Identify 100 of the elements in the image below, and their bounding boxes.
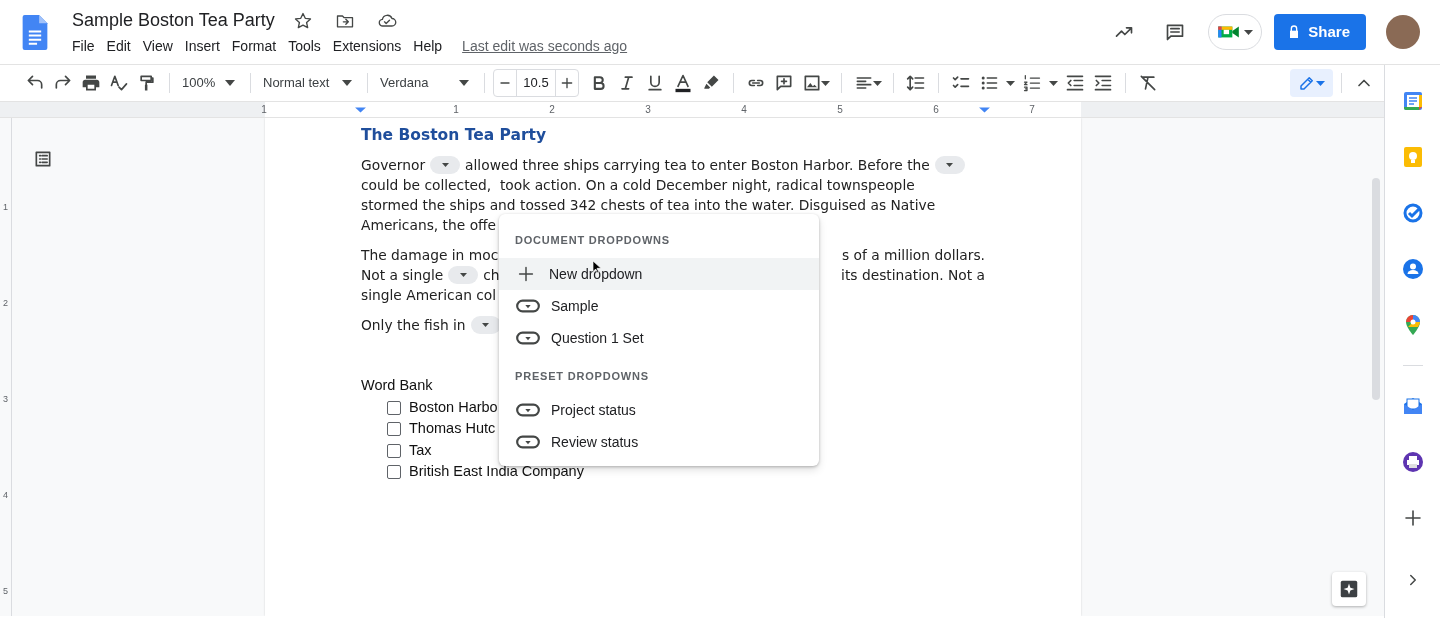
docs-logo-icon[interactable] [22, 14, 48, 50]
font-select[interactable]: Verdana [376, 69, 476, 97]
caret-icon[interactable] [1006, 80, 1015, 86]
paragraph-text: Americans, the offe [361, 215, 497, 235]
editing-mode-button[interactable] [1290, 69, 1333, 97]
ruler-number: 4 [741, 103, 747, 116]
clear-formatting-icon[interactable] [1138, 73, 1158, 93]
menu-item[interactable]: Insert [178, 36, 226, 56]
text-style-select[interactable]: Normal text [259, 69, 359, 97]
paragraph-text: its destination. Not a [841, 265, 985, 285]
caret-icon[interactable] [821, 80, 830, 86]
caret-icon[interactable] [1049, 80, 1058, 86]
share-button[interactable]: Share [1274, 14, 1366, 50]
paragraph-text: could be collected, took action. On a cold December night, radical townspeople [361, 175, 915, 195]
dropdown-chip[interactable] [470, 316, 501, 334]
scrollbar-thumb[interactable] [1372, 178, 1380, 400]
paragraph-text: stormed the ships and tossed 342 chests of tea into the water. Disguised as Native [361, 195, 936, 215]
dropdown-chip[interactable] [430, 156, 461, 174]
menu-item[interactable]: New dropdown [499, 258, 819, 290]
ruler-number: 3 [3, 393, 8, 407]
numbered-list-icon[interactable] [1022, 73, 1042, 93]
document-title[interactable]: Sample Boston Tea Party [72, 7, 275, 34]
caret-icon [946, 163, 954, 167]
caret-icon [459, 80, 469, 86]
checkbox[interactable] [387, 465, 401, 479]
ruler-number: 2 [3, 297, 8, 311]
printer-icon[interactable] [1400, 450, 1425, 474]
add-comment-icon[interactable] [774, 73, 794, 93]
increase-indent-icon[interactable] [1093, 73, 1113, 93]
image-icon[interactable] [802, 73, 822, 93]
text-color-icon[interactable] [673, 73, 693, 93]
ruler-number: 1 [453, 103, 459, 116]
avatar[interactable] [1386, 15, 1420, 49]
comment-icon[interactable] [1165, 22, 1186, 42]
menu-item[interactable]: Question 1 Set [499, 322, 819, 354]
explore-button[interactable] [1332, 572, 1366, 606]
menu-item[interactable]: View [136, 36, 179, 56]
font-size-stepper[interactable]: 10.5 [493, 69, 579, 97]
paragraph-text: single American col [361, 285, 497, 305]
paint-format-icon[interactable] [137, 73, 157, 93]
last-edit-link[interactable]: Last edit was seconds ago [462, 35, 628, 57]
meet-button[interactable] [1208, 14, 1263, 50]
caret-icon [1243, 29, 1253, 35]
menu-item[interactable]: File [66, 36, 101, 56]
zoom-select[interactable]: 100% [178, 69, 242, 97]
menu-item[interactable]: Extensions [326, 36, 408, 56]
paragraph-text: The damage in moc [361, 245, 499, 265]
paragraph-text: Only the fish in [361, 315, 466, 335]
menu-section-heading: DOCUMENT DROPDOWNS [514, 232, 671, 248]
document-heading: The Boston Tea Party [361, 125, 548, 145]
dropdown-chip[interactable] [934, 156, 965, 174]
paragraph-text: Not a single [361, 265, 444, 285]
checklist-item-text: Tax [409, 440, 432, 460]
menu-item[interactable]: Format [225, 36, 283, 56]
caret-icon[interactable] [873, 80, 882, 86]
caret-icon [459, 273, 467, 277]
menu-item[interactable]: Edit [100, 36, 137, 56]
paragraph-text: allowed three ships carrying tea to enter Boston Harbor. Before the [465, 155, 930, 175]
checkbox[interactable] [387, 443, 401, 458]
ruler-number: 4 [3, 489, 8, 503]
caret-icon [441, 163, 449, 167]
menu-item[interactable]: Help [407, 36, 449, 56]
ruler-number: 1 [261, 103, 267, 116]
paragraph-text: ch [483, 265, 500, 285]
caret-icon [342, 80, 352, 86]
menu-item[interactable]: Tools [282, 36, 327, 56]
line-spacing-icon[interactable] [906, 73, 926, 93]
ruler-number: 2 [549, 103, 555, 116]
checklist-item-text: Boston Harbo [409, 397, 498, 417]
spellcheck-icon[interactable] [109, 73, 129, 93]
paragraph-text: s of a million dollars. [842, 245, 985, 265]
star-icon[interactable] [292, 10, 313, 31]
ruler-number: 5 [837, 103, 843, 116]
underline-icon[interactable] [645, 73, 665, 93]
checklist-item-text: British East India Company [409, 462, 584, 482]
dropdown-chip[interactable] [448, 266, 479, 284]
menu-item[interactable]: Review status [499, 426, 819, 458]
pencil-icon [1298, 74, 1316, 92]
person-icon[interactable] [1400, 257, 1425, 281]
checkbox[interactable] [387, 422, 401, 436]
caret-icon [1316, 80, 1325, 86]
print-icon[interactable] [81, 73, 101, 93]
checklist-item-text: Thomas Hutc [409, 419, 496, 439]
explore-icon [1338, 578, 1360, 600]
checkbox[interactable] [387, 400, 401, 415]
ruler-number: 7 [1029, 103, 1035, 116]
plus-icon[interactable] [559, 75, 575, 91]
menu-item[interactable]: Sample [499, 290, 819, 322]
decrease-indent-icon[interactable] [1065, 73, 1085, 93]
menu-section-heading: PRESET DROPDOWNS [514, 368, 650, 384]
caret-icon [482, 323, 490, 327]
caret-icon [225, 80, 235, 86]
paragraph-text: Governor [361, 155, 426, 175]
word-bank-title: Word Bank [361, 376, 433, 395]
ruler-number: 6 [933, 103, 939, 116]
menu-item[interactable]: Project status [499, 394, 819, 426]
font-size-value[interactable]: 10.5 [516, 70, 556, 96]
ruler-number: 5 [3, 585, 8, 599]
ruler-number: 3 [645, 103, 651, 116]
document-outline-icon[interactable] [33, 149, 53, 169]
